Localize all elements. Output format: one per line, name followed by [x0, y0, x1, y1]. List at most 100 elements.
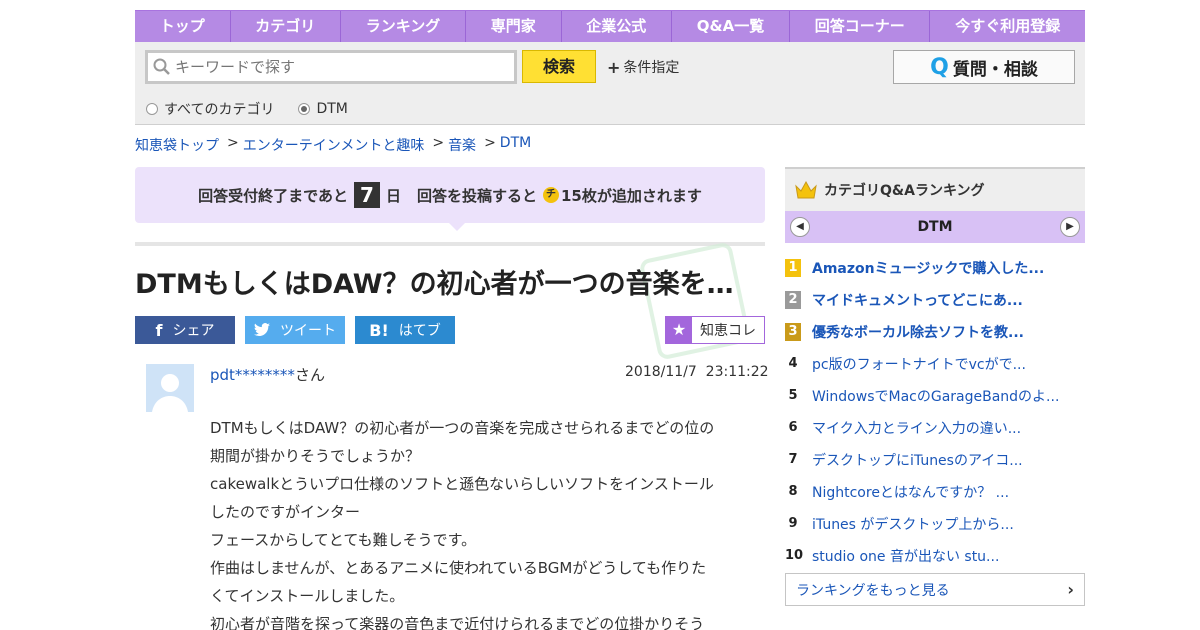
prev-arrow-icon[interactable]: ◀ [790, 217, 810, 237]
ranking-link[interactable]: Amazonミュージックで購入した... [812, 258, 1044, 278]
chiekore-button[interactable]: ★ 知恵コレ [665, 316, 765, 344]
facebook-share-button[interactable]: f シェア [135, 316, 235, 344]
ranking-item[interactable]: 1 Amazonミュージックで購入した... [785, 252, 1085, 284]
radio-label: DTM [316, 101, 348, 117]
search-input[interactable] [175, 58, 495, 76]
nav-top[interactable]: トップ [135, 11, 231, 42]
share-label: ツイート [280, 323, 336, 339]
breadcrumb-link[interactable]: DTM [500, 135, 531, 155]
nav-answer-corner[interactable]: 回答コーナー [790, 11, 931, 42]
share-label: はてブ [398, 323, 441, 339]
category-scope: すべてのカテゴリ DTM [146, 99, 372, 119]
ranking-link[interactable]: Nightcoreとはなんですか？ ... [812, 482, 1009, 502]
rank-number: 2 [785, 291, 801, 309]
nav-category[interactable]: カテゴリ [231, 11, 341, 42]
body-line: 期間が掛かりそうでしょうか？ [210, 447, 421, 465]
ranking-link[interactable]: マイドキュメントってどこにあ... [812, 290, 1023, 310]
breadcrumb-link[interactable]: 知恵袋トップ [135, 135, 219, 155]
ranking-title: カテゴリQ&Aランキング [824, 183, 985, 199]
ranking-link[interactable]: iTunes がデスクトップ上から... [812, 514, 1014, 534]
twitter-share-button[interactable]: ツイート [245, 316, 345, 344]
chevron-right-icon: › [1067, 580, 1074, 599]
question-title: DTMもしくはDAW？の初心者が一つの音楽を完成させられるまでどの位の期間が掛か… [135, 269, 755, 300]
user-silhouette-icon [152, 374, 188, 412]
body-line: したのですがインター [210, 503, 361, 521]
days-remaining: 7 [353, 182, 380, 208]
conditions-label: 条件指定 [623, 60, 680, 76]
next-arrow-icon[interactable]: ▶ [1060, 217, 1080, 237]
search-button[interactable]: 検索 [522, 50, 596, 83]
nav-qa-list[interactable]: Q&A一覧 [672, 11, 790, 42]
rank-number: 4 [788, 356, 798, 371]
breadcrumb-link[interactable]: エンターテインメントと趣味 [243, 135, 425, 155]
divider [135, 242, 765, 246]
radio-label: すべてのカテゴリ [164, 102, 275, 118]
search-icon [153, 58, 170, 75]
body-line: フェースからしてとても難しそうです。 [210, 531, 477, 549]
rank-number: 10 [785, 548, 804, 563]
ranking-item[interactable]: 10 studio one 音が出ない stu... [785, 540, 1085, 572]
search-box[interactable] [145, 50, 517, 84]
radio-dot [298, 103, 311, 115]
post-date: 2018/11/7 23:11:22 [625, 364, 769, 380]
ranking-link[interactable]: マイク入力とライン入力の違い... [812, 418, 1021, 438]
author-suffix: さん [294, 366, 325, 384]
rank-number: 1 [785, 259, 801, 277]
body-line: cakewalkとういプロ仕様のソフトと遜色ないらしいソフトをインストール [210, 475, 714, 493]
chiekore-label: 知恵コレ [700, 323, 756, 339]
avatar [146, 364, 194, 412]
ranking-link[interactable]: WindowsでMacのGarageBandのよ... [812, 386, 1059, 406]
crown-icon [795, 180, 817, 199]
breadcrumb-separator: > [484, 135, 496, 151]
share-label: シェア [172, 323, 215, 339]
ranking-item[interactable]: 4 pc版のフォートナイトでvcがで... [785, 348, 1085, 380]
ranking-item[interactable]: 6 マイク入力とライン入力の違い... [785, 412, 1085, 444]
breadcrumb-separator: > [432, 135, 445, 151]
ranking-link[interactable]: studio one 音が出ない stu... [812, 546, 999, 566]
breadcrumb: 知恵袋トップ > エンターテインメントと趣味 > 音楽 > DTM [135, 135, 531, 155]
ranking-link[interactable]: pc版のフォートナイトでvcがで... [812, 354, 1026, 374]
rank-number: 9 [788, 516, 798, 531]
rank-number: 8 [788, 484, 798, 499]
ranking-category: DTM [917, 219, 953, 235]
question-author: pdt********さん [210, 364, 325, 385]
ranking-item[interactable]: 8 Nightcoreとはなんですか？ ... [785, 476, 1085, 508]
notice-suffix: 15枚が追加されます [561, 186, 702, 205]
nav-official[interactable]: 企業公式 [562, 11, 673, 42]
ranking-link[interactable]: デスクトップにiTunesのアイコ... [812, 450, 1023, 470]
breadcrumb-link[interactable]: 音楽 [448, 135, 476, 155]
notice-middle: 回答を投稿すると [416, 186, 537, 205]
ranking-header: カテゴリQ&Aランキング [785, 167, 1085, 211]
ranking-item[interactable]: 2 マイドキュメントってどこにあ... [785, 284, 1085, 316]
ranking-item[interactable]: 9 iTunes がデスクトップ上から... [785, 508, 1085, 540]
ranking-item[interactable]: 7 デスクトップにiTunesのアイコ... [785, 444, 1085, 476]
notice-arrow [449, 223, 465, 231]
conditions-link[interactable]: + 条件指定 [607, 57, 679, 77]
body-line: 初心者が音階を探って楽器の音色まで近付けられるまでどの位掛かりそう [210, 615, 705, 630]
body-line: くてインストールしました。 [210, 587, 405, 605]
ranking-link[interactable]: 優秀なボーカル除去ソフトを教... [812, 322, 1024, 342]
rank-number: 5 [788, 388, 798, 403]
hatena-icon: B! [369, 320, 389, 340]
nav-ranking[interactable]: ランキング [341, 11, 467, 42]
ranking-item[interactable]: 5 WindowsでMacのGarageBandのよ... [785, 380, 1085, 412]
search-area: 検索 + 条件指定 Q 質問・相談 すべてのカテゴリ DTM [135, 42, 1085, 125]
ranking-category-nav: ◀ DTM ▶ [785, 211, 1085, 243]
ask-question-button[interactable]: Q 質問・相談 [893, 50, 1075, 84]
nav-register[interactable]: 今すぐ利用登録 [930, 11, 1085, 42]
ranking-item[interactable]: 3 優秀なボーカル除去ソフトを教... [785, 316, 1085, 348]
global-nav: トップ カテゴリ ランキング 専門家 企業公式 Q&A一覧 回答コーナー 今すぐ… [135, 10, 1085, 42]
ranking-more-label: ランキングをもっと見る [796, 582, 950, 599]
radio-dtm[interactable]: DTM [298, 99, 348, 119]
ranking-more-link[interactable]: ランキングをもっと見る › [785, 573, 1085, 606]
facebook-icon: f [155, 320, 163, 340]
radio-all-categories[interactable]: すべてのカテゴリ [146, 99, 274, 119]
coin-icon: チ [543, 187, 559, 203]
days-unit: 日 [385, 186, 401, 205]
rank-number: 6 [788, 420, 798, 435]
author-name[interactable]: pdt******** [210, 366, 295, 384]
ask-question-label: 質問・相談 [952, 59, 1038, 80]
nav-experts[interactable]: 専門家 [466, 11, 562, 42]
twitter-icon [254, 323, 270, 336]
hatena-bookmark-button[interactable]: B! はてブ [355, 316, 455, 344]
